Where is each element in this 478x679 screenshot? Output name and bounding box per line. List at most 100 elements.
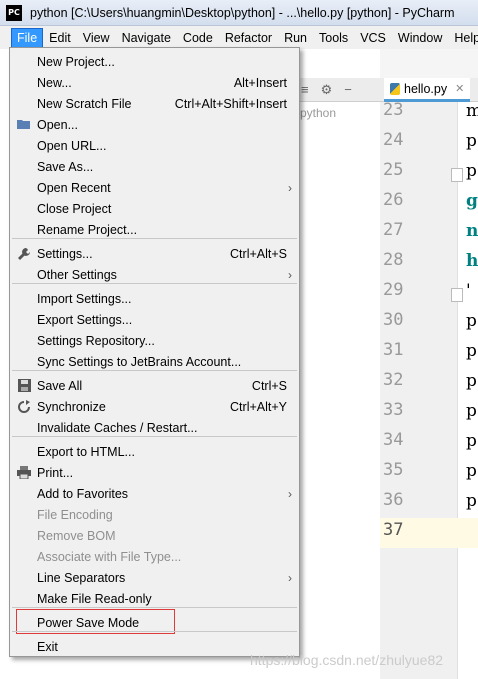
python-file-icon [390, 82, 400, 95]
menu-item-line-separators[interactable]: Line Separators › [10, 567, 299, 588]
menu-view[interactable]: View [78, 29, 115, 47]
menu-tools[interactable]: Tools [314, 29, 353, 47]
code-line-text[interactable]: p [466, 311, 477, 331]
line-number: 33 [383, 400, 404, 420]
menu-item-label: File Encoding [37, 507, 113, 522]
menu-item-label: Export to HTML... [37, 444, 135, 459]
menu-navigate[interactable]: Navigate [117, 29, 176, 47]
line-number: 30 [383, 310, 404, 330]
menu-item-settings-repository[interactable]: Settings Repository... [10, 330, 299, 351]
menu-separator [12, 436, 297, 437]
menu-item-open-recent[interactable]: Open Recent › [10, 177, 299, 198]
editor-gutter [380, 102, 458, 679]
code-line-text[interactable]: m [466, 101, 478, 121]
code-line-text[interactable]: p [466, 341, 477, 361]
menu-help[interactable]: Help [449, 29, 478, 47]
printer-icon [17, 465, 31, 480]
menu-file[interactable]: File [10, 27, 44, 48]
menu-refactor[interactable]: Refactor [220, 29, 277, 47]
tab-label: hello.py [404, 81, 448, 96]
code-line-text[interactable]: ' [466, 281, 471, 301]
code-line-text[interactable]: n [466, 221, 478, 241]
code-line-text[interactable]: p [466, 131, 477, 151]
menu-item-import-settings[interactable]: Import Settings... [10, 288, 299, 309]
menu-vcs[interactable]: VCS [355, 29, 391, 47]
menu-item-label: Sync Settings to JetBrains Account... [37, 354, 242, 369]
line-number: 26 [383, 190, 404, 210]
close-icon[interactable]: ✕ [455, 82, 464, 95]
menu-item-label: Invalidate Caches / Restart... [37, 420, 198, 435]
menu-item-settings[interactable]: Settings... Ctrl+Alt+S [10, 243, 299, 264]
menu-item-label: Remove BOM [37, 528, 116, 543]
project-root-label[interactable]: python [300, 106, 336, 120]
sync-icon [17, 399, 31, 414]
pycharm-logo-icon: PC [6, 4, 22, 21]
file-menu-dropdown: New Project... New... Alt+Insert New Scratc… [9, 47, 300, 657]
menu-item-label: New Project... [37, 54, 115, 69]
folder-icon [17, 118, 31, 132]
tab-hello-py[interactable]: hello.py ✕ [384, 78, 471, 102]
menu-item-save-all[interactable]: Save All Ctrl+S [10, 375, 299, 396]
line-number: 31 [383, 340, 404, 360]
code-line-text[interactable]: p [466, 461, 477, 481]
code-line-text[interactable]: g [466, 191, 478, 211]
menu-item-make-file-read-only[interactable]: Make File Read-only [10, 588, 299, 609]
fold-marker-icon[interactable] [451, 288, 463, 302]
code-line-text[interactable]: p [466, 431, 477, 451]
menu-item-label: Save As... [37, 159, 94, 174]
menu-item-label: Import Settings... [37, 291, 132, 306]
menu-item-print[interactable]: Print... [10, 462, 299, 483]
code-line-text[interactable]: p [466, 491, 477, 511]
menu-item-close-project[interactable]: Close Project [10, 198, 299, 219]
menu-item-export-settings[interactable]: Export Settings... [10, 309, 299, 330]
menu-run[interactable]: Run [279, 29, 312, 47]
menu-item-shortcut: Ctrl+Alt+Shift+Insert [174, 96, 287, 111]
menu-code[interactable]: Code [178, 29, 218, 47]
chevron-right-icon: › [288, 486, 292, 501]
menu-item-shortcut: Alt+Insert [233, 75, 287, 90]
menu-item-new[interactable]: New... Alt+Insert [10, 72, 299, 93]
menu-item-label: Close Project [37, 201, 112, 216]
menu-item-save-as[interactable]: Save As... [10, 156, 299, 177]
menu-window[interactable]: Window [393, 29, 447, 47]
menu-item-rename-project[interactable]: Rename Project... [10, 219, 299, 240]
menu-item-label: Add to Favorites [37, 486, 129, 501]
menu-item-label: Settings Repository... [37, 333, 155, 348]
code-line-text[interactable]: h [466, 251, 478, 271]
menu-item-label: Exit [37, 639, 58, 654]
menu-separator [12, 238, 297, 239]
menu-item-label: Associate with File Type... [37, 549, 182, 564]
line-number: 27 [383, 220, 404, 240]
menu-item-power-save-mode[interactable]: Power Save Mode [10, 612, 299, 633]
code-line-text[interactable]: p [466, 371, 477, 391]
menu-separator [12, 370, 297, 371]
line-number: 28 [383, 250, 404, 270]
menu-item-shortcut: Ctrl+S [251, 378, 287, 393]
menu-item-label: Line Separators [37, 570, 126, 585]
line-number: 23 [383, 100, 404, 120]
fold-marker-icon[interactable] [451, 168, 463, 182]
menu-item-open-url[interactable]: Open URL... [10, 135, 299, 156]
menu-item-label: Open Recent [37, 180, 111, 195]
chevron-right-icon: › [288, 180, 292, 195]
menu-item-export-to-html[interactable]: Export to HTML... [10, 441, 299, 462]
menu-item-label: Power Save Mode [37, 615, 140, 630]
code-line-text[interactable]: p [466, 401, 477, 421]
menu-item-new-scratch-file[interactable]: New Scratch File Ctrl+Alt+Shift+Insert [10, 93, 299, 114]
menu-edit[interactable]: Edit [44, 29, 76, 47]
menu-item-add-to-favorites[interactable]: Add to Favorites › [10, 483, 299, 504]
hide-icon[interactable]: − [344, 82, 352, 97]
menu-item-label: Settings... [37, 246, 93, 261]
line-number: 34 [383, 430, 404, 450]
menu-item-new-project[interactable]: New Project... [10, 51, 299, 72]
menu-item-open[interactable]: Open... [10, 114, 299, 135]
gear-icon[interactable]: ⚙ [321, 82, 333, 98]
menu-item-other-settings[interactable]: Other Settings › [10, 264, 299, 285]
line-number: 29 [383, 280, 404, 300]
collapse-icon[interactable]: ≡ [301, 82, 309, 97]
menu-item-synchronize[interactable]: Synchronize Ctrl+Alt+Y [10, 396, 299, 417]
menu-item-invalidate-caches-restart[interactable]: Invalidate Caches / Restart... [10, 417, 299, 438]
code-line-text[interactable]: p [466, 161, 477, 181]
save-icon [17, 378, 31, 393]
menu-item-sync-settings-to-jetbrains-account[interactable]: Sync Settings to JetBrains Account... [10, 351, 299, 372]
